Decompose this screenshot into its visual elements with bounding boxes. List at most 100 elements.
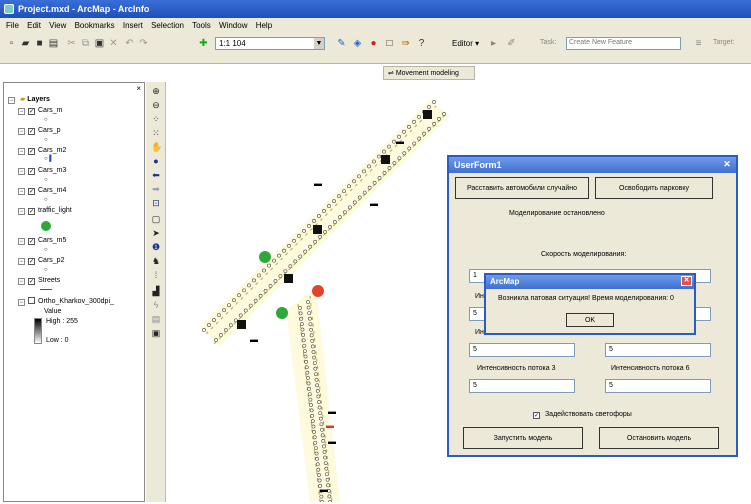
window-icon[interactable]: □ bbox=[384, 38, 395, 49]
traffic-light-green[interactable] bbox=[276, 307, 288, 319]
fixed-zoom-in-icon[interactable]: ⁘ bbox=[151, 114, 161, 124]
flow-6-input[interactable]: 5 bbox=[605, 379, 711, 393]
menu-edit[interactable]: Edit bbox=[27, 21, 41, 30]
collapse-icon[interactable]: − bbox=[18, 188, 25, 195]
select-features-icon[interactable]: ⊡ bbox=[151, 198, 161, 208]
stop-model-button[interactable]: Остановить модель bbox=[599, 427, 719, 449]
open-folder-icon[interactable]: ▰ bbox=[20, 38, 31, 49]
layer-visibility-checkbox[interactable]: ✓ bbox=[28, 148, 35, 155]
toc-layer-cars-p2[interactable]: − ✓ Cars_p2 bbox=[18, 257, 64, 265]
map-scale-combo[interactable]: 1:1 104 ▼ bbox=[215, 37, 325, 50]
task-combo[interactable]: Create New Feature bbox=[566, 37, 681, 50]
measure-icon[interactable]: ▟ bbox=[151, 286, 161, 296]
car-marker[interactable] bbox=[313, 225, 322, 234]
editor-toolbar-icon[interactable]: ✎ bbox=[336, 38, 347, 49]
collapse-icon[interactable]: − bbox=[8, 97, 15, 104]
car-marker[interactable] bbox=[381, 155, 390, 164]
delete-icon[interactable]: ✕ bbox=[108, 38, 119, 49]
toc-layer-cars-m2[interactable]: − ✓ Cars_m2 bbox=[18, 147, 66, 155]
editor-menu[interactable]: Editor ▾ bbox=[452, 39, 479, 48]
menu-insert[interactable]: Insert bbox=[123, 21, 143, 30]
traffic-light-red[interactable] bbox=[312, 285, 324, 297]
pan-icon[interactable]: ✋ bbox=[151, 142, 162, 152]
menu-tools[interactable]: Tools bbox=[192, 21, 211, 30]
collapse-icon[interactable]: − bbox=[18, 208, 25, 215]
attributes-icon[interactable]: ≡ bbox=[693, 38, 704, 49]
layer-visibility-checkbox[interactable]: ✓ bbox=[28, 188, 35, 195]
python-icon[interactable]: ⇛ bbox=[400, 38, 411, 49]
start-model-button[interactable]: Запустить модель bbox=[463, 427, 583, 449]
car-marker[interactable] bbox=[423, 110, 432, 119]
toc-layer-streets[interactable]: − ✓ Streets bbox=[18, 277, 60, 285]
toc-layer-ortho[interactable]: − Ortho_Kharkov_300dpi_ bbox=[18, 297, 114, 306]
forward-extent-icon[interactable]: ➡ bbox=[151, 184, 161, 194]
copy-icon[interactable]: ⧉ bbox=[80, 38, 91, 49]
add-data-icon[interactable]: ✚ bbox=[198, 38, 209, 49]
zoom-in-icon[interactable]: ⊕ bbox=[151, 86, 161, 96]
collapse-icon[interactable]: − bbox=[18, 238, 25, 245]
car-marker[interactable] bbox=[237, 320, 246, 329]
layer-visibility-checkbox[interactable]: ✓ bbox=[28, 258, 35, 265]
paste-icon[interactable]: ▣ bbox=[94, 38, 105, 49]
layer-visibility-checkbox[interactable]: ✓ bbox=[28, 208, 35, 215]
ok-button[interactable]: OK bbox=[566, 313, 614, 327]
menu-help[interactable]: Help bbox=[256, 21, 272, 30]
arctoolbox-icon[interactable]: ◈ bbox=[352, 38, 363, 49]
close-icon[interactable]: × bbox=[136, 84, 141, 93]
menu-file[interactable]: File bbox=[6, 21, 19, 30]
time-slider-icon[interactable]: ▣ bbox=[151, 328, 161, 338]
flow-4-input[interactable]: 5 bbox=[605, 343, 711, 357]
full-extent-icon[interactable]: ● bbox=[151, 156, 161, 166]
free-parking-button[interactable]: Освободить парковку bbox=[595, 177, 713, 199]
movement-modeling-button[interactable]: ⇌ Movement modeling bbox=[383, 66, 475, 80]
zoom-out-icon[interactable]: ⊖ bbox=[151, 100, 161, 110]
menu-window[interactable]: Window bbox=[219, 21, 247, 30]
arccatalog-icon[interactable]: ● bbox=[368, 38, 379, 49]
save-icon[interactable]: ■ bbox=[34, 38, 45, 49]
place-cars-randomly-button[interactable]: Расставить автомобили случайно bbox=[455, 177, 589, 199]
identify-icon[interactable]: ❶ bbox=[151, 242, 161, 252]
layer-visibility-checkbox[interactable]: ✓ bbox=[28, 168, 35, 175]
collapse-icon[interactable]: − bbox=[18, 148, 25, 155]
toc-layer-cars-m[interactable]: − ✓ Cars_m bbox=[18, 107, 63, 115]
flow-3-input[interactable]: 5 bbox=[469, 379, 575, 393]
layer-visibility-checkbox[interactable]: ✓ bbox=[28, 108, 35, 115]
new-document-icon[interactable]: ▫ bbox=[6, 38, 17, 49]
traffic-light-green[interactable] bbox=[259, 251, 271, 263]
toc-layer-cars-p[interactable]: − ✓ Cars_p bbox=[18, 127, 61, 135]
close-icon[interactable]: ✕ bbox=[721, 159, 733, 170]
traffic-lights-checkbox[interactable]: ✓ bbox=[533, 412, 540, 419]
flow-2-input[interactable]: 5 bbox=[469, 343, 575, 357]
chevron-down-icon[interactable]: ▼ bbox=[314, 38, 324, 49]
back-extent-icon[interactable]: ⬅ bbox=[151, 170, 161, 180]
layer-visibility-checkbox[interactable]: ✓ bbox=[28, 238, 35, 245]
select-elements-icon[interactable]: ➤ bbox=[151, 228, 161, 238]
whats-this-icon[interactable]: ? bbox=[416, 38, 427, 49]
toc-layer-traffic-light[interactable]: − ✓ traffic_light bbox=[18, 207, 72, 215]
clear-selection-icon[interactable]: ▢ bbox=[151, 214, 161, 224]
collapse-icon[interactable]: − bbox=[18, 299, 25, 306]
print-icon[interactable]: ▤ bbox=[48, 38, 59, 49]
close-icon[interactable]: ✕ bbox=[681, 276, 692, 286]
edit-tool-icon[interactable]: ▸ bbox=[488, 38, 499, 49]
cut-icon[interactable]: ✂ bbox=[66, 38, 77, 49]
car-marker[interactable] bbox=[284, 274, 293, 283]
layer-visibility-checkbox[interactable] bbox=[28, 297, 35, 304]
layer-visibility-checkbox[interactable]: ✓ bbox=[28, 128, 35, 135]
traffic-lights-option[interactable]: ✓ Задействовать светофоры bbox=[533, 411, 632, 419]
toc-root-layers[interactable]: − ▰ Layers bbox=[8, 95, 50, 104]
collapse-icon[interactable]: − bbox=[18, 278, 25, 285]
layer-visibility-checkbox[interactable]: ✓ bbox=[28, 278, 35, 285]
redo-icon[interactable]: ↷ bbox=[138, 38, 149, 49]
menu-view[interactable]: View bbox=[49, 21, 66, 30]
toc-layer-cars-m3[interactable]: − ✓ Cars_m3 bbox=[18, 167, 66, 175]
hyperlink-icon[interactable]: ϟ bbox=[151, 300, 161, 310]
collapse-icon[interactable]: − bbox=[18, 128, 25, 135]
menu-selection[interactable]: Selection bbox=[151, 21, 184, 30]
html-popup-icon[interactable]: ▤ bbox=[151, 314, 161, 324]
fixed-zoom-out-icon[interactable]: ⁙ bbox=[151, 128, 161, 138]
menu-bookmarks[interactable]: Bookmarks bbox=[75, 21, 115, 30]
undo-icon[interactable]: ↶ bbox=[124, 38, 135, 49]
toc-layer-cars-m4[interactable]: − ✓ Cars_m4 bbox=[18, 187, 66, 195]
sketch-tool-icon[interactable]: ✐ bbox=[506, 38, 517, 49]
